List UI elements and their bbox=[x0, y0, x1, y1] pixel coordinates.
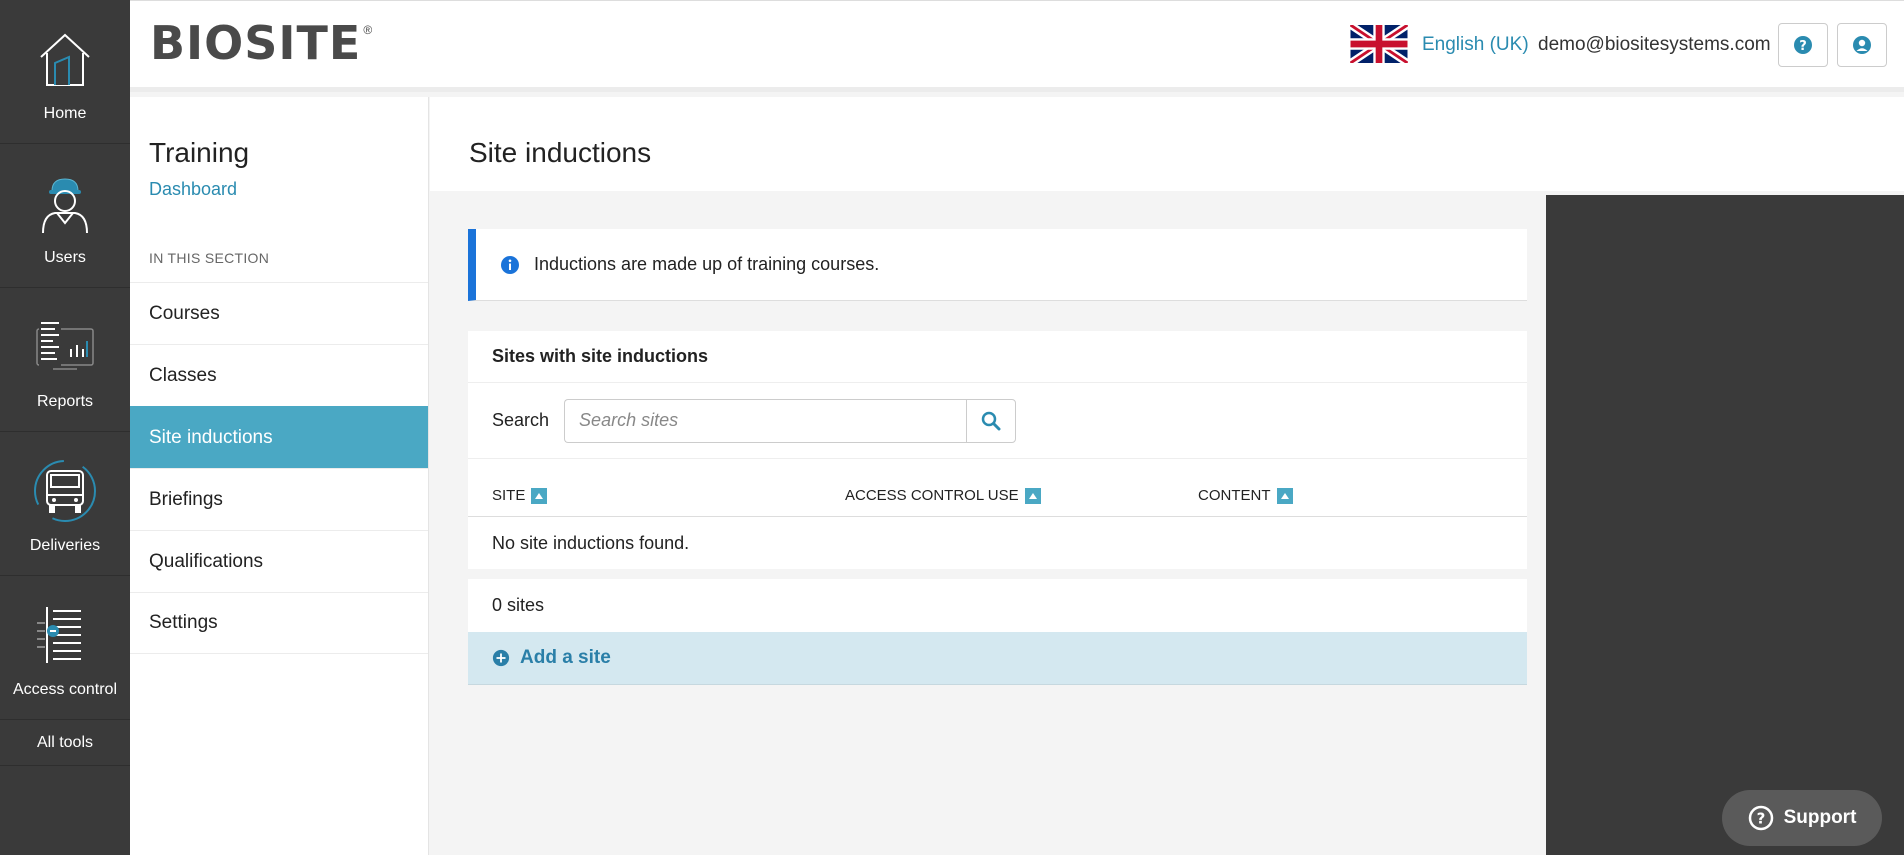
uk-flag-icon[interactable] bbox=[1350, 25, 1408, 63]
page-header: Site inductions bbox=[430, 97, 1904, 191]
plus-circle-icon bbox=[492, 649, 510, 667]
help-icon: ? bbox=[1794, 36, 1812, 54]
account-button[interactable] bbox=[1837, 23, 1887, 67]
section-nav: Courses Classes Site inductions Briefing… bbox=[130, 282, 428, 654]
question-circle-icon: ? bbox=[1748, 805, 1773, 831]
search-row: Search bbox=[468, 383, 1527, 459]
language-selector[interactable]: English (UK) bbox=[1422, 34, 1529, 56]
support-button[interactable]: ? Support bbox=[1722, 790, 1882, 846]
rail-label-access-control: Access control bbox=[12, 681, 118, 698]
nav-item-classes[interactable]: Classes bbox=[130, 344, 428, 406]
biosite-logo[interactable]: BIOSITE ® bbox=[150, 16, 373, 70]
section-label: IN THIS SECTION bbox=[149, 250, 270, 266]
nav-item-settings[interactable]: Settings bbox=[130, 592, 428, 654]
home-icon bbox=[33, 27, 97, 91]
worker-icon bbox=[33, 171, 97, 235]
rail-item-reports[interactable]: Reports bbox=[0, 288, 130, 432]
support-label: Support bbox=[1783, 807, 1857, 828]
empty-state-row: No site inductions found. bbox=[492, 532, 690, 553]
column-site[interactable]: SITE bbox=[492, 487, 548, 504]
user-email: demo@biositesystems.com bbox=[1538, 34, 1771, 55]
search-button[interactable] bbox=[966, 398, 1017, 443]
nav-item-site-inductions[interactable]: Site inductions bbox=[130, 406, 428, 468]
rail-item-deliveries[interactable]: Deliveries bbox=[0, 432, 130, 576]
user-circle-icon bbox=[1853, 36, 1871, 54]
rail-label-home: Home bbox=[43, 105, 87, 122]
sort-up-icon bbox=[1276, 487, 1293, 504]
add-site-label: Add a site bbox=[520, 647, 611, 668]
page-title: Site inductions bbox=[469, 137, 652, 168]
column-label-content: CONTENT bbox=[1198, 487, 1271, 504]
search-input[interactable] bbox=[564, 398, 967, 443]
rail-item-users[interactable]: Users bbox=[0, 144, 130, 288]
add-site-button[interactable]: Add a site bbox=[468, 632, 1527, 685]
sites-footer: 0 sites Add a site bbox=[468, 579, 1527, 685]
side-panel-background bbox=[1546, 195, 1904, 855]
truck-icon bbox=[33, 459, 97, 523]
info-icon bbox=[501, 255, 519, 274]
help-button[interactable]: ? bbox=[1778, 23, 1828, 67]
table-header: SITE ACCESS CONTROL USE CONTENT bbox=[468, 459, 1527, 517]
dashboard-link[interactable]: Dashboard bbox=[149, 179, 237, 200]
column-label-site: SITE bbox=[492, 487, 526, 504]
card-title: Sites with site inductions bbox=[468, 331, 1527, 383]
sort-up-icon bbox=[1024, 487, 1041, 504]
info-text: Inductions are made up of training cours… bbox=[534, 254, 880, 274]
search-icon bbox=[981, 411, 1001, 430]
sort-up-icon bbox=[531, 487, 548, 504]
rail-label-users: Users bbox=[44, 249, 86, 266]
app-rail: Home Users Reports Deliveries Access con… bbox=[0, 0, 130, 855]
rail-item-home[interactable]: Home bbox=[0, 0, 130, 144]
rail-label-reports: Reports bbox=[36, 393, 94, 410]
nav-item-briefings[interactable]: Briefings bbox=[130, 468, 428, 530]
access-control-icon bbox=[33, 603, 97, 667]
reports-icon bbox=[33, 315, 97, 379]
svg-text:?: ? bbox=[1799, 39, 1807, 54]
svg-text:?: ? bbox=[1756, 810, 1765, 828]
search-label: Search bbox=[492, 410, 550, 430]
column-access-control-use[interactable]: ACCESS CONTROL USE bbox=[845, 487, 1041, 504]
logo-registered-mark: ® bbox=[363, 23, 373, 37]
rail-all-tools[interactable]: All tools bbox=[0, 720, 130, 766]
section-title: Training bbox=[149, 137, 250, 168]
column-content[interactable]: CONTENT bbox=[1198, 487, 1293, 504]
top-header: BIOSITE ® English (UK) demo@biositesyste… bbox=[130, 0, 1904, 92]
section-sidebar: Training Dashboard IN THIS SECTION Cours… bbox=[130, 97, 429, 855]
rail-item-access-control[interactable]: Access control bbox=[0, 576, 130, 720]
info-banner: Inductions are made up of training cours… bbox=[468, 229, 1527, 301]
sites-count: 0 sites bbox=[492, 595, 545, 615]
sites-card: Sites with site inductions Search SITE A… bbox=[468, 331, 1527, 569]
rail-label-deliveries: Deliveries bbox=[29, 537, 101, 554]
nav-item-qualifications[interactable]: Qualifications bbox=[130, 530, 428, 592]
logo-text: BIOSITE bbox=[150, 16, 362, 70]
nav-item-courses[interactable]: Courses bbox=[130, 282, 428, 344]
column-label-access-control-use: ACCESS CONTROL USE bbox=[845, 487, 1019, 504]
